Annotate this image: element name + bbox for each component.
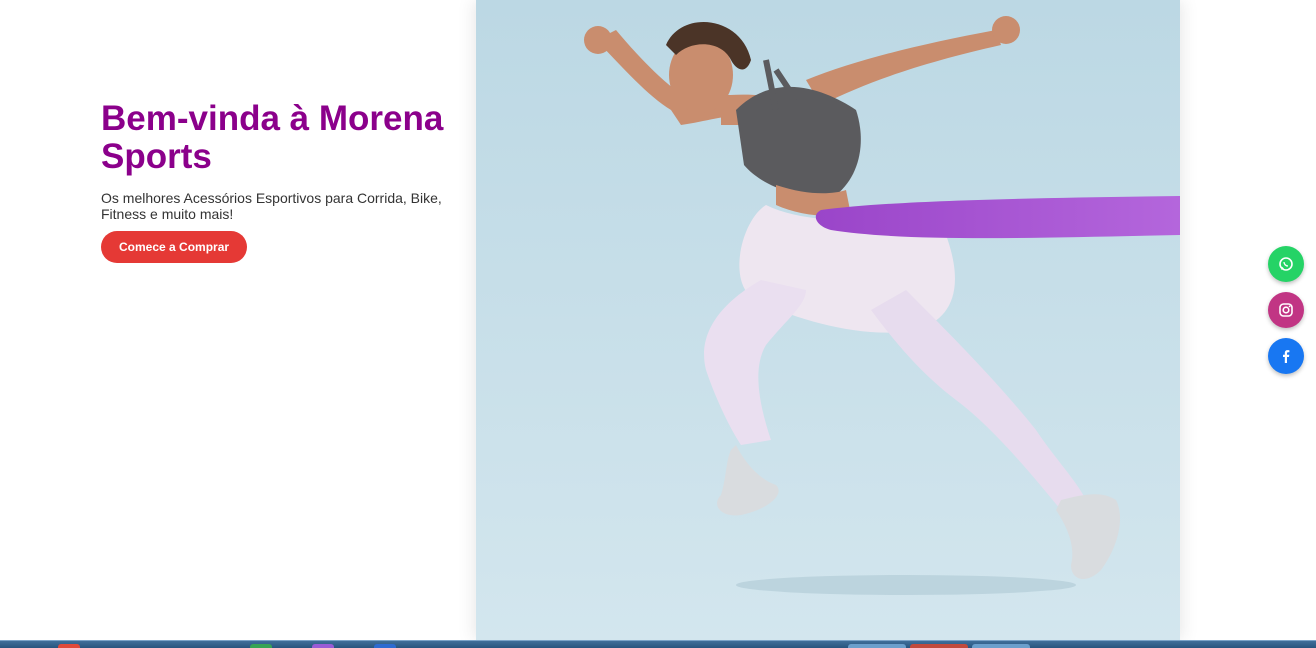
app-icon[interactable] — [910, 644, 968, 648]
whatsapp-button[interactable] — [1268, 246, 1304, 282]
start-shopping-button[interactable]: Comece a Comprar — [101, 231, 248, 263]
app-icon[interactable] — [250, 644, 272, 648]
app-icon[interactable] — [374, 644, 396, 648]
instagram-icon — [1279, 303, 1293, 317]
app-icon[interactable] — [848, 644, 906, 648]
facebook-button[interactable] — [1268, 338, 1304, 374]
instagram-button[interactable] — [1268, 292, 1304, 328]
whatsapp-icon — [1279, 257, 1293, 271]
landing-page: Bem-vinda à Morena Sports Os melhores Ac… — [0, 0, 1316, 648]
os-taskbar — [0, 640, 1316, 648]
hero-title: Bem-vinda à Morena Sports — [101, 99, 444, 176]
hero-subtitle: Os melhores Acessórios Esportivos para C… — [101, 190, 442, 222]
browser-icon[interactable] — [58, 644, 80, 648]
social-links — [1268, 246, 1304, 384]
hero-image — [476, 0, 1180, 640]
athlete-running-photo — [476, 0, 1180, 640]
app-icon[interactable] — [312, 644, 334, 648]
hero-text-block: Bem-vinda à Morena Sports Os melhores Ac… — [101, 100, 471, 263]
facebook-icon — [1283, 350, 1290, 363]
app-icon[interactable] — [972, 644, 1030, 648]
